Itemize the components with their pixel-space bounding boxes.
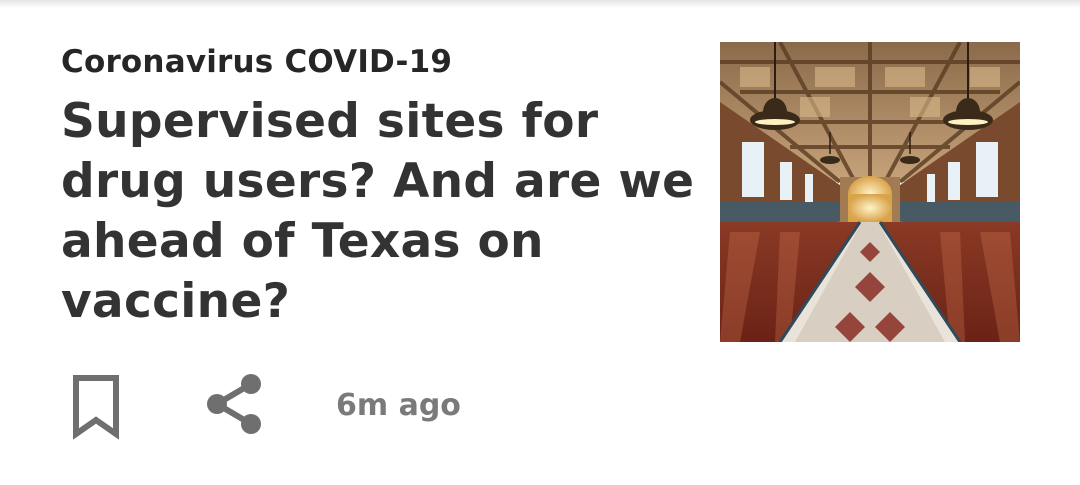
bookmark-button[interactable]: [68, 374, 124, 440]
article-headline[interactable]: Supervised sites for drug users? And are…: [61, 92, 701, 332]
share-icon: [207, 374, 261, 434]
article-category[interactable]: Coronavirus COVID-19: [61, 44, 452, 80]
news-card[interactable]: Coronavirus COVID-19 Supervised sites fo…: [0, 0, 1080, 485]
bookmark-icon: [73, 375, 119, 440]
article-timestamp: 6m ago: [336, 388, 461, 423]
article-thumbnail[interactable]: [720, 42, 1020, 342]
station-hall-photo: [720, 42, 1020, 342]
share-button[interactable]: [200, 370, 270, 440]
article-actions: 6m ago: [0, 370, 700, 440]
